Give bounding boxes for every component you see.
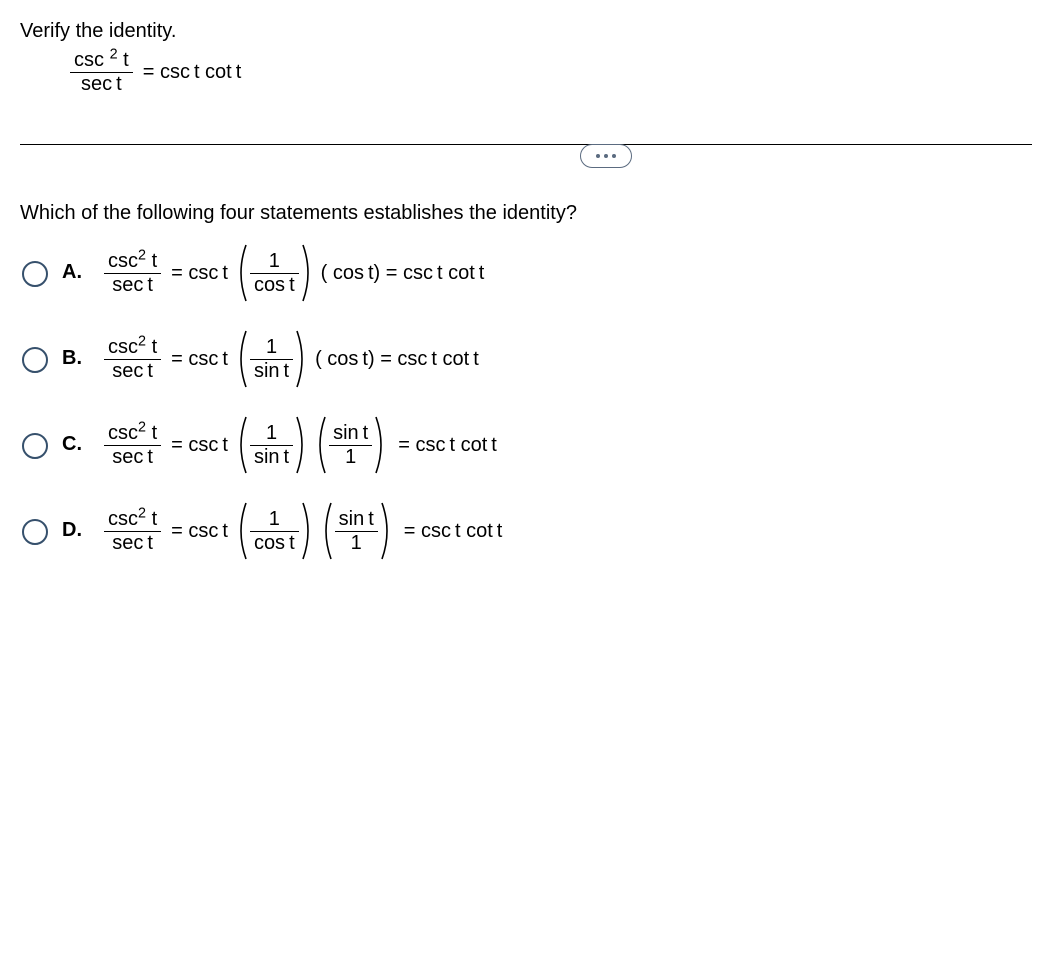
lhs-fraction: csc2 tsec t [104, 250, 161, 297]
choice-row: C.csc2 tsec t= csc t1sin tsin t1= csc t … [22, 415, 1032, 475]
choice-label: D. [62, 519, 90, 542]
fraction: 1sin t [250, 336, 293, 383]
p2-num: sin t [335, 508, 378, 531]
identity-den: sec t [70, 72, 133, 96]
radio-option-d[interactable] [22, 519, 48, 545]
ellipsis-icon [604, 154, 608, 158]
lhs-num: csc2 t [104, 508, 161, 531]
radio-option-c[interactable] [22, 433, 48, 459]
eq-mid-pre: = csc t [171, 434, 228, 457]
p1-den: cos t [250, 531, 299, 555]
ellipsis-icon [596, 154, 600, 158]
lhs-num: csc2 t [104, 336, 161, 359]
lhs-fraction: csc2 tsec t [104, 508, 161, 555]
divider [20, 144, 1032, 168]
paren-group: sin t1 [313, 415, 388, 475]
identity-num-exp: 2 [110, 46, 118, 62]
paren-group: sin t1 [319, 501, 394, 561]
eq-tail: ( cos t) = csc t cot t [321, 262, 485, 285]
identity-rhs: = csc t cot t [143, 61, 242, 84]
eq-mid-pre: = csc t [171, 348, 228, 371]
p1-den: sin t [250, 445, 293, 469]
paren-group: 1cos t [234, 243, 315, 303]
divider-line [20, 144, 1032, 145]
choice-equation: csc2 tsec t= csc t1sin tsin t1= csc t co… [104, 415, 497, 475]
p2-num: sin t [329, 422, 372, 445]
p1-num: 1 [250, 336, 293, 359]
paren-group: 1sin t [234, 329, 309, 389]
identity-num-fn: csc [74, 49, 104, 71]
lhs-num: csc2 t [104, 250, 161, 273]
fraction: sin t1 [335, 508, 378, 555]
eq-mid-pre: = csc t [171, 262, 228, 285]
radio-option-a[interactable] [22, 261, 48, 287]
choice-row: B. csc2 tsec t = csc t 1sin t ( cos t) = csc… [22, 329, 1032, 389]
more-options-button[interactable] [580, 144, 632, 168]
identity-lhs-fraction: csc 2 t sec t [70, 49, 133, 96]
choice-row: D.csc2 tsec t= csc t1cos tsin t1= csc t … [22, 501, 1032, 561]
choice-equation: csc2 tsec t = csc t 1sin t ( cos t) = csc t… [104, 329, 479, 389]
lhs-den: sec t [104, 359, 161, 383]
choice-label: C. [62, 433, 90, 456]
fraction: 1cos t [250, 508, 299, 555]
paren-group: 1cos t [234, 501, 315, 561]
choice-equation: csc2 tsec t = csc t 1cos t ( cos t) = csc t… [104, 243, 484, 303]
eq-tail: = csc t cot t [398, 434, 497, 457]
choice-label: A. [62, 261, 90, 284]
lhs-den: sec t [104, 273, 161, 297]
choices-group: A.csc2 tsec t= csc t1cos t( cos t) = csc… [22, 243, 1032, 561]
identity-equation: csc 2 t sec t = csc t cot t [70, 49, 1032, 96]
choice-row: A. csc2 tsec t = csc t 1cos t ( cos t) = csc… [22, 243, 1032, 303]
prompt-text: Verify the identity. [20, 20, 1032, 43]
eq-tail: ( cos t) = csc t cot t [315, 348, 479, 371]
eq-mid-pre: = csc t [171, 520, 228, 543]
choice-label: B. [62, 347, 90, 370]
p1-den: cos t [250, 273, 299, 297]
p1-num: 1 [250, 250, 299, 273]
ellipsis-icon [612, 154, 616, 158]
paren-group: 1sin t [234, 415, 309, 475]
lhs-den: sec t [104, 445, 161, 469]
p2-den: 1 [329, 445, 372, 469]
lhs-fraction: csc2 tsec t [104, 336, 161, 383]
p1-num: 1 [250, 422, 293, 445]
question-text: Which of the following four statements e… [20, 202, 1032, 225]
lhs-num: csc2 t [104, 422, 161, 445]
lhs-fraction: csc2 tsec t [104, 422, 161, 469]
eq-tail: = csc t cot t [404, 520, 503, 543]
p1-den: sin t [250, 359, 293, 383]
identity-num-var: t [123, 49, 129, 71]
fraction: sin t1 [329, 422, 372, 469]
p1-num: 1 [250, 508, 299, 531]
fraction: 1sin t [250, 422, 293, 469]
lhs-den: sec t [104, 531, 161, 555]
radio-option-b[interactable] [22, 347, 48, 373]
p2-den: 1 [335, 531, 378, 555]
choice-equation: csc2 tsec t= csc t1cos tsin t1= csc t co… [104, 501, 502, 561]
fraction: 1cos t [250, 250, 299, 297]
